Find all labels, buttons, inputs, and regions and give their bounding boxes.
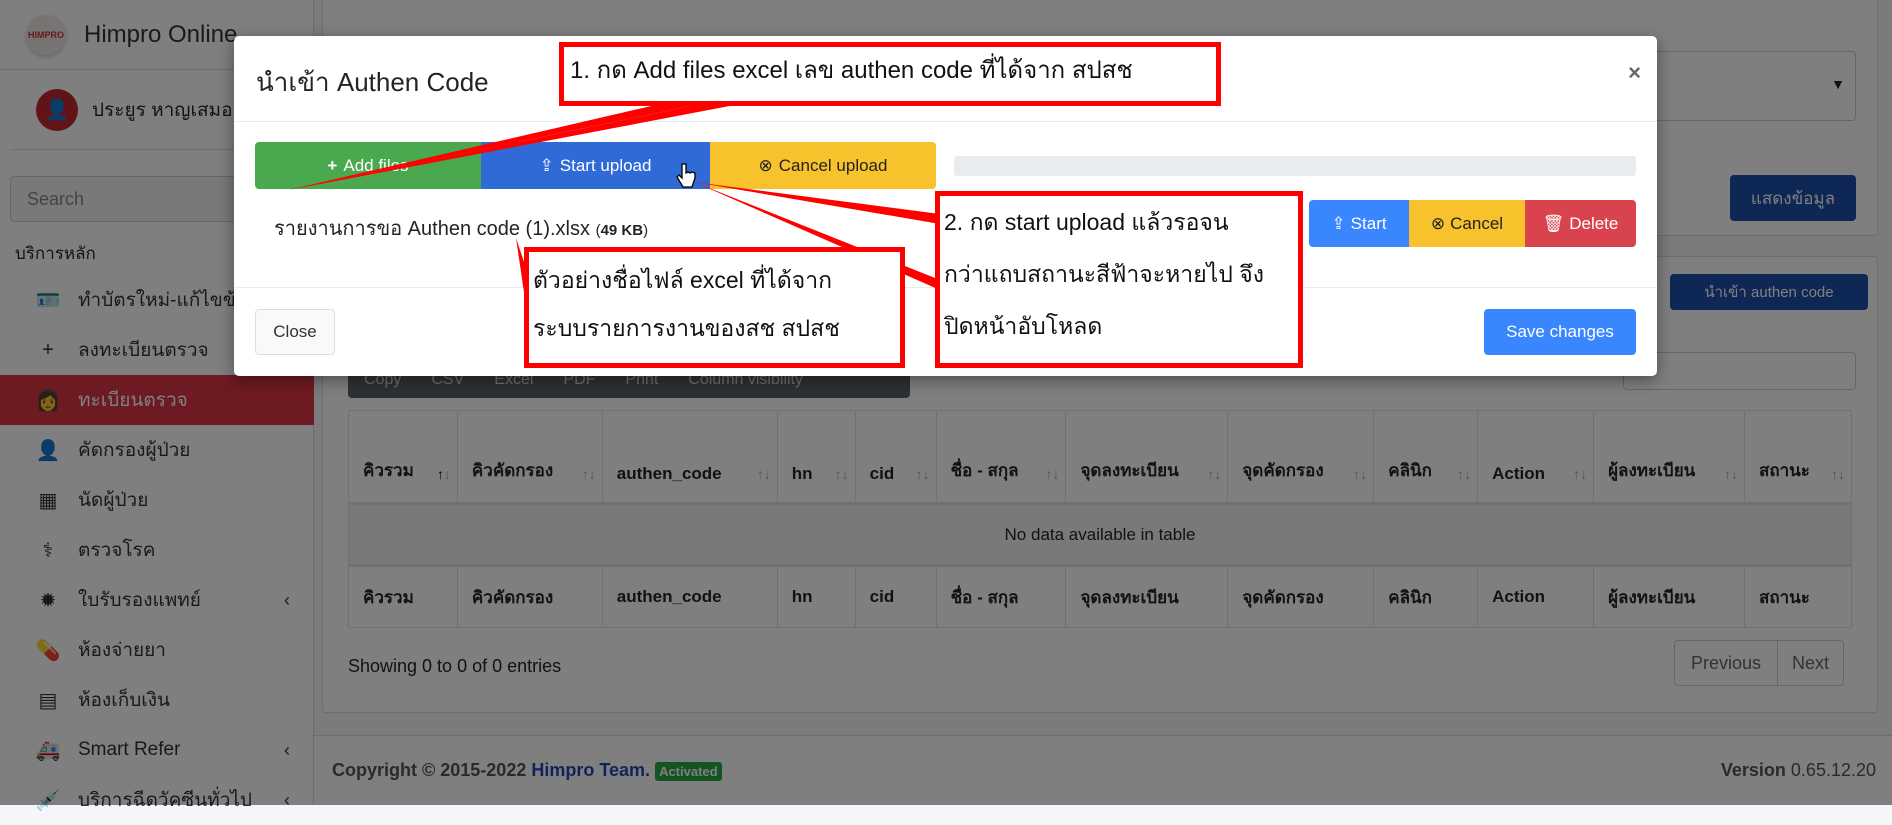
trash-icon: 🗑 — [1542, 213, 1565, 233]
close-icon[interactable]: × — [1628, 60, 1641, 86]
start-upload-label: Start upload — [559, 155, 652, 175]
delete-label: Delete — [1569, 213, 1619, 233]
cancel-label: Cancel — [1450, 213, 1504, 233]
callout-step2-line1: 2. กด start upload แล้วรอจน — [944, 209, 1229, 235]
add-files-button[interactable]: + Add files — [255, 142, 481, 189]
callout-example: ตัวอย่างชื่อไฟล์ excel ที่ได้จาก ระบบราย… — [524, 247, 905, 368]
callout-step2: 2. กด start upload แล้วรอจน กว่าแถบสถานะ… — [935, 191, 1303, 368]
callout-step1-text: 1. กด Add files excel เลข authen code ที… — [570, 57, 1133, 84]
cancel-button[interactable]: ⊗ Cancel — [1409, 200, 1525, 247]
upload-progress-bar — [954, 156, 1636, 176]
close-button[interactable]: Close — [255, 309, 335, 355]
file-size: 49 KB — [600, 222, 644, 239]
modal-title: นำเข้า Authen Code — [256, 67, 489, 97]
callout-step2-line3: ปิดหน้าอับโหลด — [944, 313, 1103, 339]
file-name: รายงานการขอ Authen code (1).xlsx — [274, 218, 590, 240]
plus-icon: + — [327, 155, 338, 175]
cancel-upload-label: Cancel upload — [778, 155, 888, 175]
callout-step1: 1. กด Add files excel เลข authen code ที… — [559, 42, 1221, 106]
callout-example-line1: ตัวอย่างชื่อไฟล์ excel ที่ได้จาก — [533, 267, 833, 293]
file-row: รายงานการขอ Authen code (1).xlsx (49 KB) — [274, 218, 649, 240]
start-label: Start — [1350, 213, 1387, 233]
save-changes-button[interactable]: Save changes — [1484, 309, 1636, 355]
cancel-upload-button[interactable]: ⊗ Cancel upload — [710, 142, 936, 189]
hand-cursor-icon — [676, 163, 696, 188]
start-button[interactable]: ⇪ Start — [1309, 200, 1409, 247]
upload-icon: ⇪ — [539, 155, 554, 175]
callout-example-line2: ระบบรายการงานของสช สปสช — [533, 315, 840, 341]
upload-icon: ⇪ — [1331, 213, 1346, 233]
add-files-label: Add files — [343, 155, 409, 175]
delete-button[interactable]: 🗑 Delete — [1525, 200, 1636, 247]
times-circle-icon: ⊗ — [1430, 213, 1446, 233]
callout-step2-line2: กว่าแถบสถานะสีฟ้าจะหายไป จึง — [944, 261, 1264, 287]
times-circle-icon: ⊗ — [758, 155, 773, 175]
